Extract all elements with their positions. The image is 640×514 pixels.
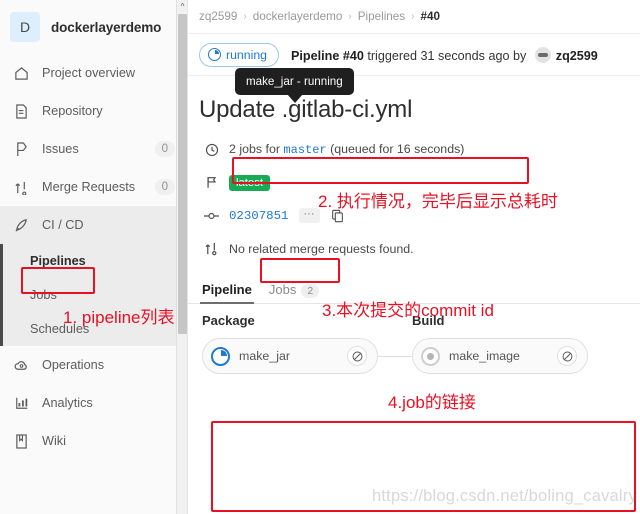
sidebar-item-repository[interactable]: Repository	[0, 92, 187, 130]
jobs-summary-text: 2 jobs for master (queued for 16 seconds…	[229, 142, 464, 157]
book-icon	[13, 433, 30, 450]
sidebar-label: Analytics	[42, 396, 93, 410]
trigger-user-name[interactable]: zq2599	[556, 49, 598, 63]
annotation-note-3: 3.本次提交的commit id	[322, 301, 494, 320]
breadcrumb: zq2599 › dockerlayerdemo › Pipelines › #…	[188, 0, 640, 33]
tab-label: Jobs	[268, 282, 297, 297]
job-name-label[interactable]: make_jar	[239, 349, 338, 363]
sidebar-item-analytics[interactable]: Analytics	[0, 384, 187, 422]
sidebar-item-project-overview[interactable]: Project overview	[0, 54, 187, 92]
job-status-created-icon	[421, 346, 440, 366]
breadcrumb-current: #40	[420, 10, 440, 23]
sidebar-sublabel: Jobs	[30, 288, 57, 302]
sidebar-item-issues[interactable]: Issues 0	[0, 130, 187, 168]
status-badge-running[interactable]: running	[199, 42, 280, 67]
tab-label: Pipeline	[202, 282, 252, 297]
cloud-gear-icon	[13, 357, 30, 374]
jobs-count-prefix: 2 jobs for	[229, 142, 284, 156]
main-content: zq2599 › dockerlayerdemo › Pipelines › #…	[188, 0, 640, 514]
job-status-running-icon	[211, 346, 230, 366]
sidebar-label: Operations	[42, 358, 105, 372]
job-node-make-jar[interactable]: make_jar	[202, 338, 378, 374]
project-sidebar: D dockerlayerdemo Project overview Repos…	[0, 0, 188, 514]
jobs-summary-row: 2 jobs for master (queued for 16 seconds…	[199, 133, 640, 166]
chart-icon	[13, 395, 30, 412]
project-name: dockerlayerdemo	[51, 19, 162, 35]
home-icon	[13, 65, 30, 82]
status-badge-label: running	[226, 47, 268, 62]
sidebar-item-pipelines[interactable]: Pipelines	[3, 244, 187, 278]
scroll-up-icon[interactable]: ^	[177, 0, 188, 13]
issues-count-badge: 0	[154, 141, 175, 157]
tab-jobs-count: 2	[301, 284, 320, 298]
breadcrumb-separator-icon: ›	[243, 11, 247, 22]
annotation-note-2: 2. 执行情况，完毕后显示总耗时	[318, 192, 558, 211]
sidebar-label: Issues	[42, 142, 79, 156]
triggered-ago-text: triggered 31 seconds ago by	[363, 48, 530, 63]
breadcrumb-item-group[interactable]: zq2599	[199, 10, 237, 23]
clock-icon	[204, 143, 219, 157]
sidebar-item-operations[interactable]: Operations	[0, 346, 187, 384]
pipeline-job-nodes: make_jar make_image	[202, 338, 640, 374]
watermark-text: https://blog.csdn.net/boling_cavalry	[372, 487, 637, 505]
breadcrumb-item-pipelines[interactable]: Pipelines	[358, 10, 405, 23]
cicd-submenu: Pipelines Jobs Schedules	[0, 244, 187, 346]
scrollbar-thumb[interactable]	[178, 14, 187, 334]
avatar	[534, 46, 551, 63]
ban-icon	[562, 351, 572, 361]
job-node-make-image[interactable]: make_image	[412, 338, 588, 374]
job-tooltip: make_jar - running	[235, 68, 354, 103]
breadcrumb-item-project[interactable]: dockerlayerdemo	[253, 10, 343, 23]
sidebar-label: Merge Requests	[42, 180, 136, 194]
project-header[interactable]: D dockerlayerdemo	[0, 0, 187, 54]
expand-commit-button[interactable]: ···	[298, 208, 320, 223]
gitlab-pipeline-page: D dockerlayerdemo Project overview Repos…	[0, 0, 640, 514]
breadcrumb-separator-icon: ›	[411, 11, 415, 22]
queued-duration-text: (queued for 16 seconds)	[326, 142, 465, 156]
breadcrumb-separator-icon: ›	[348, 11, 352, 22]
sidebar-item-cicd[interactable]: CI / CD	[0, 206, 187, 244]
merge-request-text: No related merge requests found.	[229, 241, 414, 256]
merge-request-row: No related merge requests found.	[199, 232, 640, 265]
sidebar-item-wiki[interactable]: Wiki	[0, 422, 187, 460]
merge-request-icon	[204, 241, 219, 256]
rocket-icon	[13, 217, 30, 234]
cancel-job-button[interactable]	[557, 346, 577, 366]
annotation-note-4: 4.job的链接	[388, 393, 476, 412]
project-avatar: D	[10, 12, 40, 42]
sidebar-scrollbar[interactable]: ^	[176, 0, 187, 514]
sidebar-label: Wiki	[42, 434, 66, 448]
ban-icon	[352, 351, 362, 361]
file-icon	[13, 103, 30, 120]
merge-requests-count-badge: 0	[154, 179, 175, 195]
issue-icon	[13, 141, 30, 158]
annotation-note-1: 1. pipeline列表	[63, 308, 175, 327]
latest-badge: latest	[229, 174, 271, 191]
sidebar-label: CI / CD	[42, 218, 84, 232]
flag-icon	[204, 175, 219, 190]
tab-pipeline[interactable]: Pipeline	[200, 282, 254, 304]
merge-request-icon	[13, 179, 30, 196]
cancel-job-button[interactable]	[347, 346, 367, 366]
sidebar-sublabel: Pipelines	[30, 254, 86, 268]
pipeline-number-label: Pipeline #40	[291, 48, 364, 63]
branch-name[interactable]: master	[283, 143, 326, 157]
sidebar-label: Project overview	[42, 66, 136, 80]
running-status-icon	[208, 48, 221, 61]
commit-sha-link[interactable]: 02307851	[229, 209, 289, 223]
tab-jobs[interactable]: Jobs 2	[268, 282, 320, 303]
pipeline-trigger-text: Pipeline #40 triggered 31 seconds ago by…	[291, 46, 598, 63]
sidebar-label: Repository	[42, 104, 103, 118]
sidebar-item-merge-requests[interactable]: Merge Requests 0	[0, 168, 187, 206]
commit-icon	[204, 210, 219, 222]
stage-connector-line	[378, 355, 412, 357]
job-name-label[interactable]: make_image	[449, 349, 548, 363]
